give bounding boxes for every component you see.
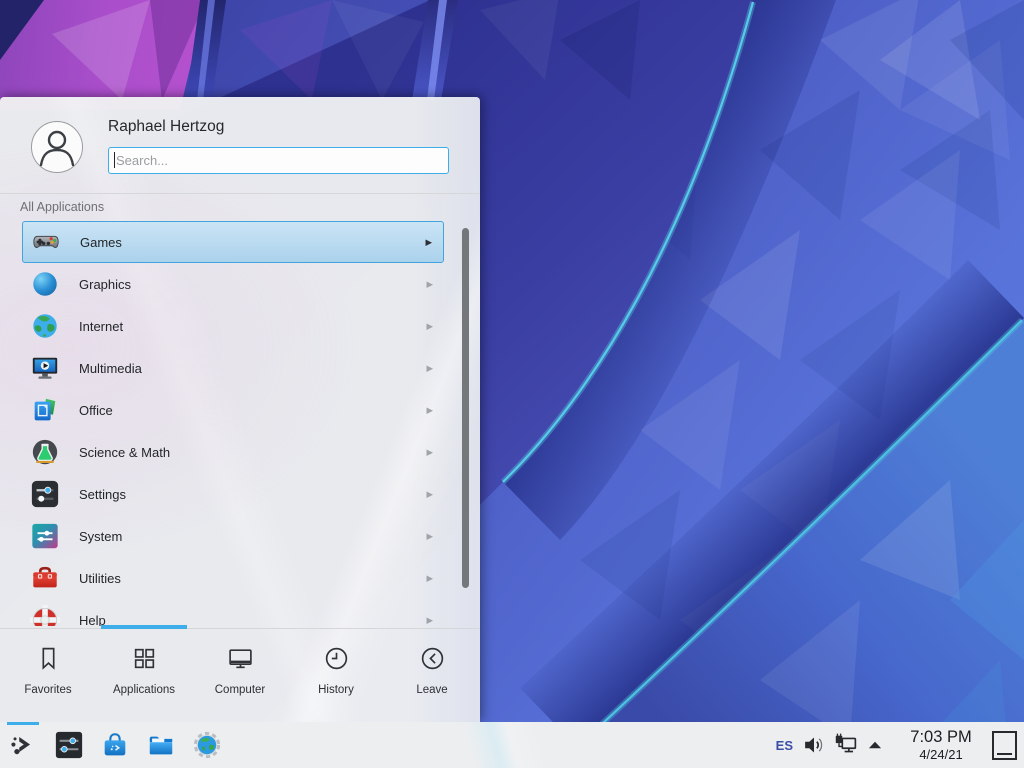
tab-label: Applications [113, 684, 175, 696]
menu-category-utilities[interactable]: Utilities ▶ [22, 557, 444, 599]
user-icon [32, 122, 82, 172]
menu-category-label: Science & Math [79, 445, 170, 460]
menu-category-label: Graphics [79, 277, 131, 292]
submenu-arrow-icon: ▶ [426, 364, 433, 373]
user-avatar[interactable] [31, 121, 83, 173]
expand-arrow-icon[interactable] [866, 731, 884, 759]
media-monitor-icon [30, 353, 60, 383]
show-desktop-widget[interactable] [992, 731, 1017, 760]
clock-time: 7:03 PM [898, 729, 984, 746]
menu-category-label: Help [79, 613, 106, 627]
menu-category-help[interactable]: Help ▶ [22, 599, 444, 626]
menu-category-settings[interactable]: Settings ▶ [22, 473, 444, 515]
network-icon[interactable] [833, 731, 860, 759]
menu-category-games[interactable]: Games ▶ [22, 221, 444, 263]
tab-applications[interactable]: Applications [96, 629, 192, 722]
scrollbar-thumb[interactable] [462, 228, 469, 588]
submenu-arrow-icon: ▶ [426, 322, 433, 331]
tab-leave[interactable]: Leave [384, 629, 480, 722]
tab-history[interactable]: History [288, 629, 384, 722]
clock-date: 4/24/21 [898, 748, 984, 761]
user-name: Raphael Hertzog [108, 118, 224, 136]
volume-icon[interactable] [801, 731, 827, 759]
active-tab-indicator [101, 625, 187, 629]
taskbar-launchers [0, 730, 238, 760]
menu-category-label: Multimedia [79, 361, 142, 376]
globe-icon [30, 311, 60, 341]
submenu-arrow-icon: ▶ [426, 448, 433, 457]
submenu-arrow-icon: ▶ [426, 280, 433, 289]
toolbox-icon [30, 563, 60, 593]
tab-favorites[interactable]: Favorites [0, 629, 96, 722]
submenu-arrow-icon: ▶ [425, 238, 432, 247]
gamepad-icon [31, 227, 61, 257]
documents-icon [30, 395, 60, 425]
tab-computer[interactable]: Computer [192, 629, 288, 722]
taskbar: ES [0, 722, 1024, 768]
history-clock-icon [323, 645, 350, 677]
lifebuoy-icon [30, 605, 60, 626]
menu-category-label: Settings [79, 487, 126, 502]
tab-label: Favorites [24, 684, 71, 696]
leave-icon [419, 645, 446, 677]
globe-gear-icon[interactable] [192, 730, 222, 760]
digital-clock[interactable]: 7:03 PM 4/24/21 [898, 729, 984, 761]
header-separator [0, 193, 480, 194]
active-task-indicator [7, 722, 39, 725]
menu-category-label: Office [79, 403, 113, 418]
menu-category-graphics[interactable]: Graphics ▶ [22, 263, 444, 305]
tab-label: History [318, 684, 354, 696]
flask-icon [30, 437, 60, 467]
computer-icon [227, 645, 254, 677]
submenu-arrow-icon: ▶ [426, 532, 433, 541]
menu-category-label: Internet [79, 319, 123, 334]
section-label: All Applications [20, 200, 104, 214]
system-settings-icon[interactable] [54, 730, 84, 760]
kde-launcher-icon[interactable] [8, 730, 38, 760]
menu-category-science-math[interactable]: Science & Math ▶ [22, 431, 444, 473]
tab-label: Computer [215, 684, 266, 696]
submenu-arrow-icon: ▶ [426, 490, 433, 499]
menu-category-label: Games [80, 235, 122, 250]
tab-label: Leave [416, 684, 447, 696]
menu-category-internet[interactable]: Internet ▶ [22, 305, 444, 347]
bookmark-icon [35, 645, 62, 677]
menu-category-system[interactable]: System ▶ [22, 515, 444, 557]
launcher-tab-bar: Favorites Applications [0, 628, 480, 722]
system-tray: ES [776, 729, 1024, 761]
search-input[interactable] [108, 147, 449, 174]
sliders-dark-icon [30, 479, 60, 509]
menu-category-label: System [79, 529, 122, 544]
submenu-arrow-icon: ▶ [426, 616, 433, 625]
sliders-color-icon [30, 521, 60, 551]
menu-category-label: Utilities [79, 571, 121, 586]
desktop: Raphael Hertzog All Applications [0, 0, 1024, 768]
menu-category-multimedia[interactable]: Multimedia ▶ [22, 347, 444, 389]
sphere-icon [30, 269, 60, 299]
folder-icon[interactable] [146, 730, 176, 760]
submenu-arrow-icon: ▶ [426, 406, 433, 415]
application-launcher-popup: Raphael Hertzog All Applications [0, 97, 480, 722]
discover-bag-icon[interactable] [100, 730, 130, 760]
keyboard-layout-indicator[interactable]: ES [776, 738, 793, 753]
menu-category-office[interactable]: Office ▶ [22, 389, 444, 431]
submenu-arrow-icon: ▶ [426, 574, 433, 583]
app-grid-icon [131, 645, 158, 677]
category-list: Games ▶ Graphics ▶ [0, 221, 480, 626]
text-caret [114, 152, 115, 168]
